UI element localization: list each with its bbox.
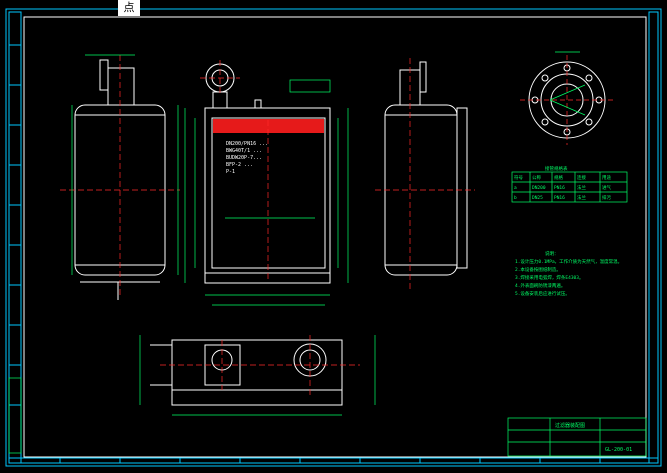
svg-text:GL-200-01: GL-200-01 [605,447,632,453]
svg-text:1.设计压力0.1MPa，工作介质为天然气，温度常温。: 1.设计压力0.1MPa，工作介质为天然气，温度常温。 [515,258,622,265]
svg-text:说明：: 说明： [545,250,559,257]
svg-text:DN200/PN16 ...: DN200/PN16 ... [226,141,268,147]
top-view-dimensions [139,335,376,416]
svg-text:规格: 规格 [554,174,563,181]
left-view-centerlines [60,55,180,295]
nozzle-table-text: 接管规格表 符号 公称 规格 连接 用途 a DN200 PN16 法兰 进气 … [514,165,611,201]
svg-text:5.设备安装后应进行试压。: 5.设备安装后应进行试压。 [515,290,570,297]
svg-text:进气: 进气 [602,184,611,191]
flange-dimensions [549,51,586,116]
svg-text:PN16: PN16 [554,185,565,191]
svg-text:P-1: P-1 [226,169,235,175]
svg-text:排污: 排污 [602,194,611,201]
svg-text:4.外表面刷防锈漆两遍。: 4.外表面刷防锈漆两遍。 [515,282,565,289]
front-view[interactable] [204,63,331,284]
svg-text:DN200: DN200 [532,185,546,191]
revision-block [8,377,22,454]
svg-text:公称: 公称 [532,174,541,181]
svg-text:2.本设备按图纸制造。: 2.本设备按图纸制造。 [515,266,561,273]
svg-text:DN25: DN25 [532,195,543,201]
front-view-dimensions [184,79,349,306]
svg-text:BFP-2 ...: BFP-2 ... [226,162,253,168]
svg-text:b: b [514,195,517,201]
flange-centerlines [520,55,614,145]
svg-text:PN16: PN16 [554,195,565,201]
svg-text:过滤器装配图: 过滤器装配图 [555,422,585,429]
crosshair-snap-tooltip: 点 [118,0,140,16]
svg-text:法兰: 法兰 [577,184,586,191]
cad-drawing-viewport[interactable]: DN200/PN16 ... BWG40T/1 ... BUDW20P-7...… [0,0,667,473]
front-view-red-fill [213,119,324,133]
svg-text:连接: 连接 [577,174,586,181]
svg-text:BUDW20P-7...: BUDW20P-7... [226,155,262,161]
right-side-view[interactable] [384,61,468,276]
top-view[interactable] [150,339,343,406]
top-view-centerlines [160,335,360,395]
left-view-dimensions [71,54,179,275]
front-view-notes: DN200/PN16 ... BWG40T/1 ... BUDW20P-7...… [226,141,268,175]
svg-text:法兰: 法兰 [577,194,586,201]
svg-text:a: a [514,186,517,191]
svg-text:用途: 用途 [602,174,611,181]
technical-notes: 说明： 1.设计压力0.1MPa，工作介质为天然气，温度常温。 2.本设备按图纸… [515,250,622,297]
title-block-text: 过滤器装配图 GL-200-01 [555,422,632,453]
drawing-border [5,8,662,467]
right-view-centerlines [375,58,475,290]
svg-text:接管规格表: 接管规格表 [545,165,568,172]
svg-text:3.焊接采用电弧焊，焊条E4303。: 3.焊接采用电弧焊，焊条E4303。 [515,274,583,281]
svg-text:BWG40T/1 ...: BWG40T/1 ... [226,148,262,154]
svg-text:符号: 符号 [514,174,523,181]
